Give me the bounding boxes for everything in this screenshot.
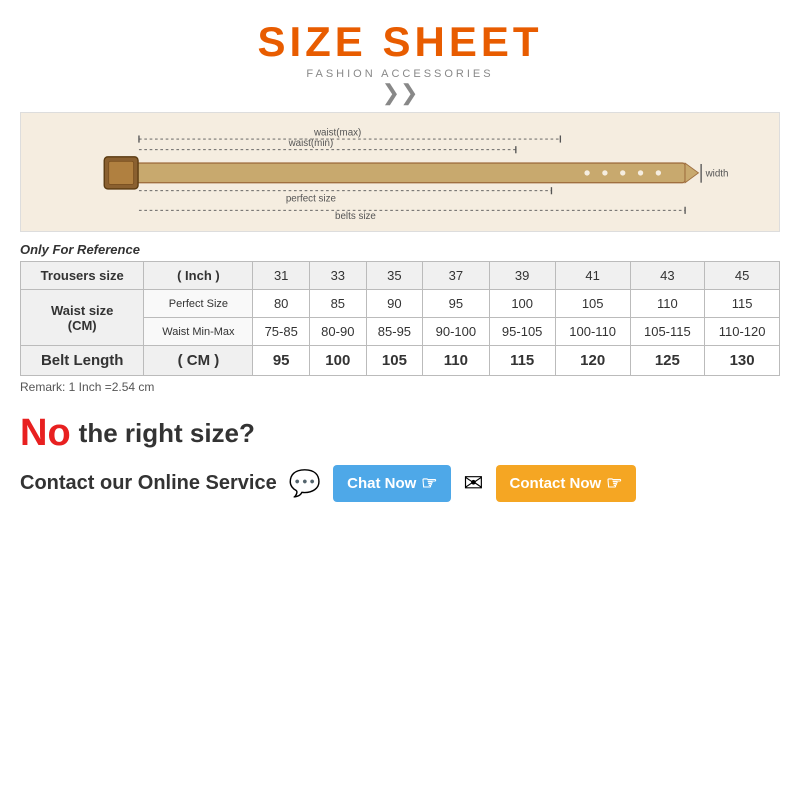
svg-text:waist(min): waist(min) [288, 138, 334, 149]
no-right-size-section: No the right size? [20, 412, 780, 455]
wm-43: 105-115 [630, 318, 705, 346]
bl-31: 95 [253, 346, 310, 376]
wm-39: 95-105 [489, 318, 555, 346]
waist-size-label: Waist size(CM) [21, 290, 144, 346]
hand-icon-contact: ☞ [606, 473, 622, 494]
bl-35: 105 [366, 346, 423, 376]
contact-now-button[interactable]: Contact Now ☞ [496, 465, 637, 502]
remark-text: Remark: 1 Inch =2.54 cm [20, 380, 780, 394]
size-table: Trousers size ( Inch ) 31 33 35 37 39 41… [20, 261, 780, 376]
wm-37: 90-100 [423, 318, 489, 346]
right-size-text: the right size? [79, 418, 255, 449]
col-33: 33 [310, 262, 367, 290]
bl-39: 115 [489, 346, 555, 376]
no-label: No [20, 412, 71, 455]
ps-33: 85 [310, 290, 367, 318]
hand-icon-chat: ☞ [421, 473, 437, 494]
col-45: 45 [705, 262, 780, 290]
ps-35: 90 [366, 290, 423, 318]
col-35: 35 [366, 262, 423, 290]
mail-icon: ✉ [463, 469, 483, 498]
belt-cm-unit: ( CM ) [144, 346, 253, 376]
ps-39: 100 [489, 290, 555, 318]
contact-now-label: Contact Now [510, 475, 602, 492]
bl-45: 130 [705, 346, 780, 376]
wm-35: 85-95 [366, 318, 423, 346]
only-ref-label: Only For Reference [20, 242, 780, 257]
col-31: 31 [253, 262, 310, 290]
col-41: 41 [555, 262, 630, 290]
belt-length-label: Belt Length [21, 346, 144, 376]
col-43: 43 [630, 262, 705, 290]
bl-43: 125 [630, 346, 705, 376]
waist-minmax-label: Waist Min-Max [144, 318, 253, 346]
wm-45: 110-120 [705, 318, 780, 346]
svg-text:width: width [705, 168, 729, 179]
contact-label: Contact our Online Service [20, 472, 277, 495]
chat-now-button[interactable]: Chat Now ☞ [333, 465, 451, 502]
perfect-size-label: Perfect Size [144, 290, 253, 318]
wm-31: 75-85 [253, 318, 310, 346]
wm-33: 80-90 [310, 318, 367, 346]
inch-unit-header: ( Inch ) [144, 262, 253, 290]
contact-row: Contact our Online Service 💬 Chat Now ☞ … [20, 465, 780, 502]
ps-43: 110 [630, 290, 705, 318]
chevron-icon: ❯❯ [382, 82, 419, 104]
chat-icon: 💬 [289, 468, 321, 499]
chat-now-label: Chat Now [347, 475, 416, 492]
bl-37: 110 [423, 346, 489, 376]
svg-text:waist(max): waist(max) [313, 127, 361, 138]
ps-45: 115 [705, 290, 780, 318]
subtitle: FASHION ACCESSORIES [306, 68, 493, 80]
col-39: 39 [489, 262, 555, 290]
wm-41: 100-110 [555, 318, 630, 346]
ps-41: 105 [555, 290, 630, 318]
svg-text:belts size: belts size [335, 211, 376, 221]
col-37: 37 [423, 262, 489, 290]
svg-text:perfect size: perfect size [286, 193, 337, 204]
bl-33: 100 [310, 346, 367, 376]
page-title: SIZE SHEET [257, 18, 542, 66]
bl-41: 120 [555, 346, 630, 376]
ps-31: 80 [253, 290, 310, 318]
belt-diagram: width waist(max) waist(min) perfect size… [20, 112, 780, 232]
trousers-size-header: Trousers size [21, 262, 144, 290]
ps-37: 95 [423, 290, 489, 318]
